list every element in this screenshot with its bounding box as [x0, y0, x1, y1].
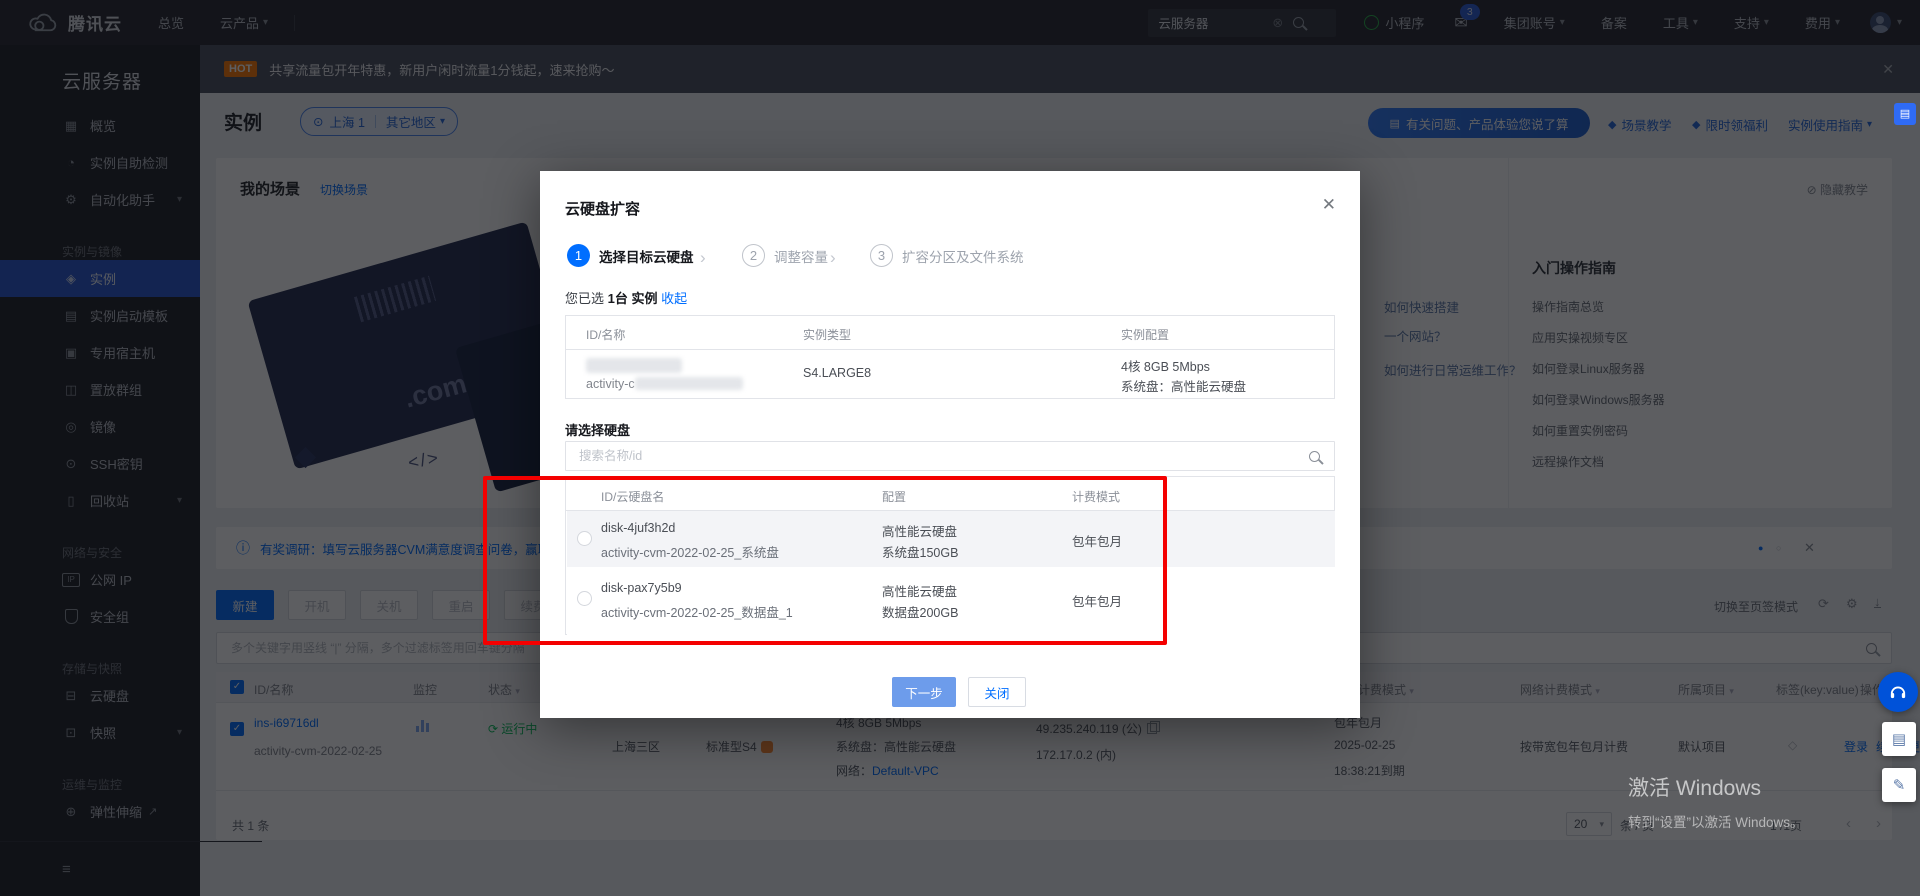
close-button[interactable]: 关闭 [968, 677, 1026, 707]
instance-name: activity-c [586, 377, 743, 391]
col-type: 实例类型 [803, 326, 851, 343]
col-config: 实例配置 [1121, 326, 1169, 343]
doc-icon: ▤ [1892, 730, 1906, 748]
doc-icon: ▤ [1900, 108, 1910, 120]
collapse-link[interactable]: 收起 [661, 291, 687, 306]
screen: 腾讯云 总览 云产品 ▾ ⊗ 小程序 ✉ 3 集团账号 ▾ 备案 工具 ▾ [0, 0, 1920, 896]
instance-config-1: 4核 8GB 5Mbps [1121, 356, 1210, 375]
modal-title: 云硬盘扩容 [565, 198, 640, 219]
selected-prefix: 您已选 [565, 291, 604, 306]
modal-instance-table: ID/名称 实例类型 实例配置 activity-c S4.LARGE8 4核 … [565, 315, 1335, 399]
headset-icon [1888, 682, 1908, 702]
next-step-button[interactable]: 下一步 [892, 677, 956, 707]
pencil-icon: ✎ [1893, 776, 1906, 794]
step-3: 3 扩容分区及文件系统 [870, 244, 1024, 267]
step-separator-icon: › [830, 248, 836, 268]
step-label: 选择目标云硬盘 [599, 246, 694, 266]
watermark-line-1: 激活 Windows [1628, 772, 1804, 802]
step-number: 3 [870, 244, 893, 267]
step-label: 扩容分区及文件系统 [902, 246, 1024, 266]
step-number: 2 [742, 244, 765, 267]
red-highlight-box [483, 476, 1167, 645]
feedback-float-button[interactable]: ▤ [1894, 103, 1916, 125]
search-icon[interactable] [1309, 451, 1320, 462]
instance-type: S4.LARGE8 [803, 366, 871, 380]
disk-search [565, 441, 1335, 471]
disk-search-input[interactable] [577, 448, 1299, 464]
selected-instances-line: 您已选 1台 实例 收起 [565, 288, 687, 307]
support-chat-button[interactable] [1878, 672, 1918, 712]
modal-close-icon[interactable]: ✕ [1322, 195, 1336, 215]
instance-config-2: 系统盘：高性能云硬盘 [1121, 376, 1246, 395]
table-divider [566, 349, 1334, 350]
col-id: ID/名称 [586, 326, 625, 343]
selected-count: 1台 实例 [608, 291, 658, 306]
step-separator-icon: › [700, 248, 706, 268]
redacted-instance-id [586, 358, 682, 373]
step-1: 1 选择目标云硬盘 [567, 244, 694, 267]
step-2: 2 调整容量 [742, 244, 828, 267]
instance-name-prefix: activity-c [586, 377, 635, 391]
suggest-float-button[interactable]: ✎ [1882, 768, 1916, 802]
docs-float-button[interactable]: ▤ [1882, 722, 1916, 756]
redacted-instance-name [635, 377, 743, 390]
select-disk-label: 请选择硬盘 [565, 420, 630, 439]
watermark-line-2: 转到“设置”以激活 Windows。 [1628, 811, 1804, 831]
windows-activation-watermark: 激活 Windows 转到“设置”以激活 Windows。 [1628, 772, 1804, 831]
step-label: 调整容量 [774, 246, 828, 266]
step-number: 1 [567, 244, 590, 267]
